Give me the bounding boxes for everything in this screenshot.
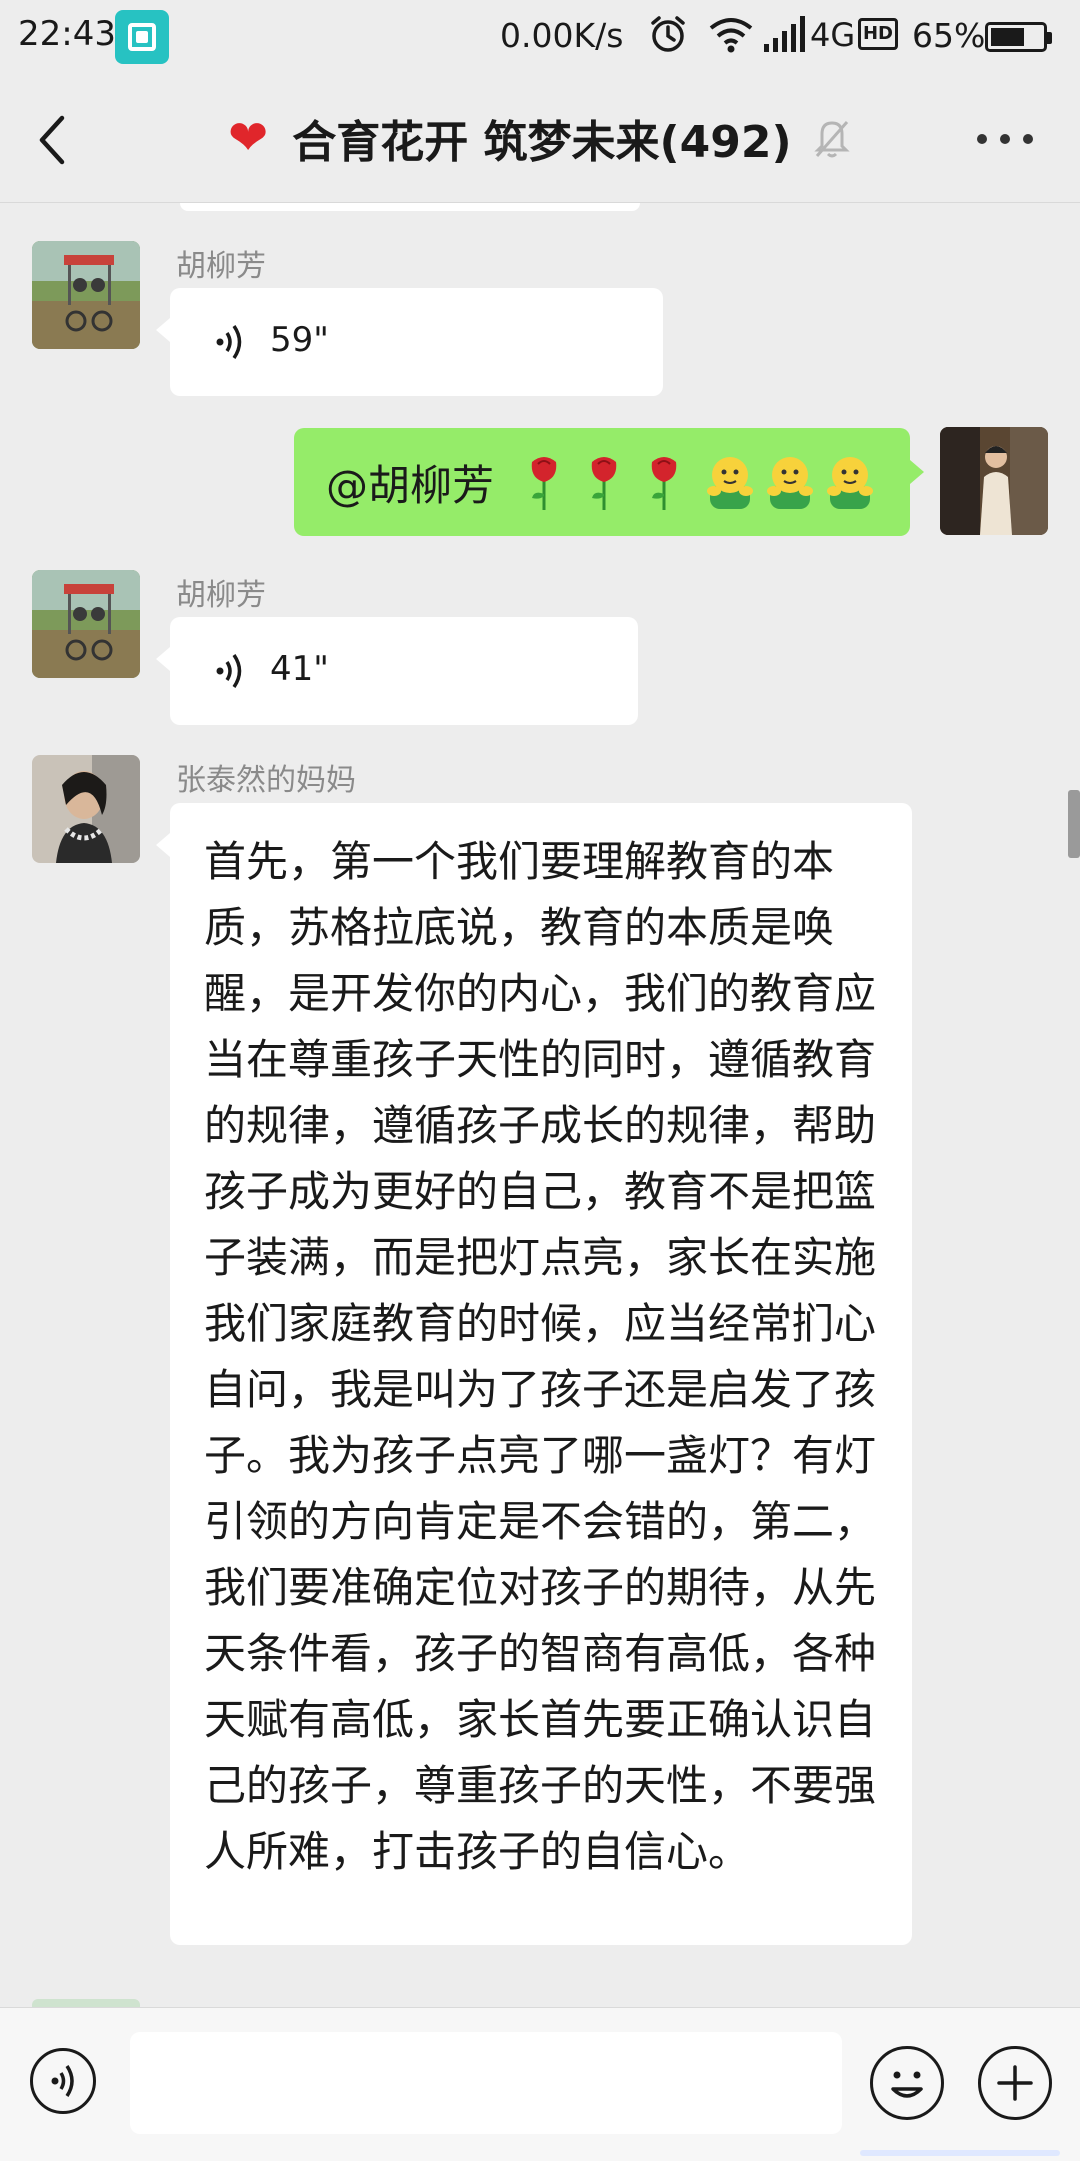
sender-name: 张泰然的妈妈 — [176, 763, 356, 798]
sender-name: 胡柳芳 — [176, 578, 266, 613]
plus-icon — [997, 2065, 1033, 2101]
hug-emoji-icon — [707, 456, 754, 509]
navigation-hint — [860, 2150, 1060, 2156]
sender-avatar[interactable] — [32, 241, 140, 349]
outgoing-message-content: @胡柳芳 — [326, 452, 884, 513]
outgoing-text-bubble[interactable]: @胡柳芳 — [294, 428, 924, 536]
screenshot-icon — [115, 10, 169, 64]
more-functions-button[interactable] — [978, 2046, 1052, 2120]
mention-text: @胡柳芳 — [326, 461, 495, 510]
rose-emoji-icon — [531, 456, 557, 510]
heart-icon: ❤ — [228, 110, 269, 166]
chat-messages[interactable]: 胡柳芳 59" @胡柳芳 胡柳芳 41" 张泰然的妈妈 首先，第一个我们要理解教… — [0, 203, 1080, 2007]
bell-off-icon — [814, 121, 850, 158]
back-icon[interactable] — [32, 112, 72, 168]
battery-fill — [991, 28, 1024, 46]
voice-wave-icon — [216, 325, 242, 359]
message-outgoing: @胡柳芳 — [0, 403, 1080, 536]
voice-wave-icon — [216, 654, 242, 688]
text-bubble[interactable]: 首先，第一个我们要理解教育的本质，苏格拉底说，教育的本质是唤醒，是开发你的内心，… — [156, 803, 912, 1945]
status-time: 22:43 — [18, 14, 116, 54]
voice-input-button[interactable] — [30, 2048, 96, 2114]
network-type: 4G — [810, 16, 856, 54]
emoji-button[interactable] — [870, 2046, 944, 2120]
message-voice: 胡柳芳 59" — [0, 203, 1080, 403]
hug-emoji-icon — [767, 456, 814, 509]
rose-emoji-icon — [651, 456, 677, 510]
input-bar — [0, 2007, 1080, 2161]
my-avatar[interactable] — [940, 427, 1048, 535]
network-speed: 0.00K/s — [500, 16, 624, 55]
wifi-icon — [709, 18, 753, 53]
next-message-avatar-peek — [32, 1999, 140, 2007]
chat-title: 合育花开 筑梦未来(492) — [292, 117, 792, 168]
hd-icon: HD — [858, 18, 898, 50]
hug-emoji-icon — [827, 456, 874, 509]
voice-duration: 59" — [270, 320, 329, 360]
chat-title-area: ❤ 合育花开 筑梦未来(492) — [228, 106, 792, 170]
rose-emoji-icon — [591, 456, 617, 510]
voice-duration: 41" — [270, 649, 329, 689]
battery-percent: 65% — [912, 16, 986, 55]
signal-icon — [764, 16, 805, 52]
more-options-icon[interactable] — [975, 128, 1035, 148]
status-bar: 22:43 0.00K/s 4G HD 65% — [0, 0, 1080, 76]
voice-wave-icon — [51, 2065, 74, 2097]
smile-icon — [891, 2071, 923, 2098]
voice-bubble[interactable]: 59" — [156, 288, 663, 396]
message-text: 首先，第一个我们要理解教育的本质，苏格拉底说，教育的本质是唤醒，是开发你的内心，… — [204, 837, 877, 1876]
chat-header: ❤ 合育花开 筑梦未来(492) — [0, 76, 1080, 203]
voice-bubble[interactable]: 41" — [156, 617, 638, 725]
chat-scrollbar[interactable] — [1068, 790, 1080, 858]
message-input[interactable] — [130, 2032, 842, 2134]
alarm-icon — [651, 16, 685, 52]
sender-avatar[interactable] — [32, 755, 140, 863]
sender-avatar[interactable] — [32, 570, 140, 678]
battery-icon — [985, 22, 1052, 52]
sender-name: 胡柳芳 — [176, 249, 266, 284]
